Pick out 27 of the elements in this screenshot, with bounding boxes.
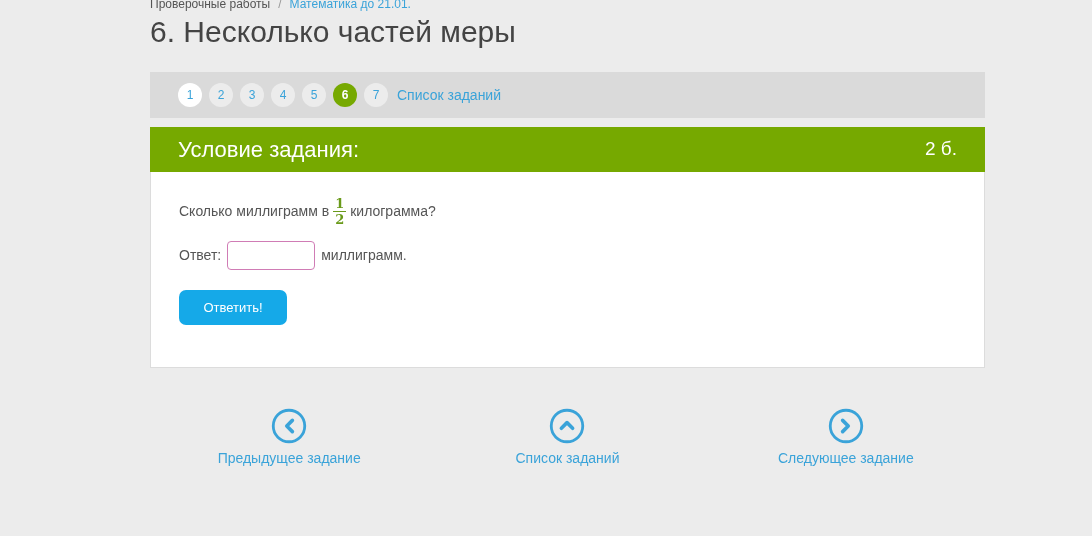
up-chevron-circle-icon [549,408,586,444]
answer-label: Ответ: [179,246,222,265]
task-number[interactable]: 3 [240,83,264,107]
nav-link[interactable]: Предыдущее задание [217,448,361,469]
question-text: Сколько миллиграмм в [179,202,330,221]
task-number[interactable]: 2 [209,83,233,107]
right-chevron-circle-icon [827,408,864,444]
breadcrumb-text: Проверочные работы [150,0,271,10]
breadcrumb-link[interactable]: Математика до 21.01. [289,0,411,10]
task-header-title: Условие задания: [178,136,359,164]
answer-unit: миллиграмм. [321,246,407,265]
nav-link[interactable]: Следующее задание [777,448,914,469]
submit-button[interactable]: Ответить! [179,290,287,325]
left-chevron-circle-icon [271,408,308,444]
task-number[interactable]: 4 [271,83,295,107]
breadcrumb-separator: / [278,0,282,10]
task-list-link[interactable]: Список заданий [397,84,501,106]
fraction: 1 2 [333,196,347,227]
task-number[interactable]: 1 [178,83,202,107]
question-text: килограмма? [350,202,436,221]
answer-field[interactable] [227,241,316,270]
nav-link[interactable]: Список заданий [515,448,620,469]
task-number[interactable]: 5 [302,83,326,107]
task-number[interactable]: 6 [333,83,357,107]
task-number[interactable]: 7 [364,83,388,107]
task-points: 2 б. [925,137,957,162]
page-title: 6. Несколько частей меры [150,14,517,50]
